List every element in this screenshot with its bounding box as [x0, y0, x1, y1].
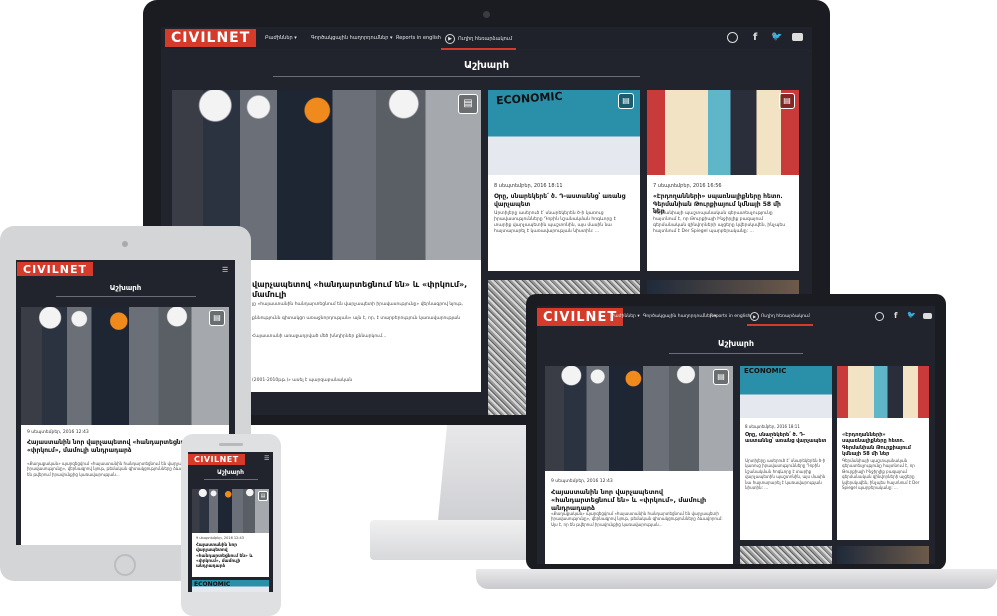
card-photo-3[interactable] — [837, 366, 929, 418]
nav-item-reports-english[interactable]: Reports in english — [710, 314, 750, 319]
twitter-icon[interactable]: 🐦 — [907, 311, 916, 319]
youtube-icon[interactable] — [923, 313, 932, 319]
desktop-nav: CIVILNET Բաժիններ ▾ Գործակցային հաղորդու… — [161, 27, 812, 50]
gallery-icon[interactable]: ▤ — [618, 93, 634, 109]
card-excerpt: Արտիլերը ասերուծ է՝ սնարեկերեն ծ-ի կառու… — [745, 458, 826, 490]
article-card-3[interactable]: 7 սեպտեմբեր, 2016 16:56 «Էրդողանների» սպ… — [647, 175, 799, 271]
card-title[interactable]: Օրը, սնարեկերե՛ ծ. Դ-աստաննց՝ առանց վարչ… — [745, 432, 827, 445]
feature-photo[interactable]: ▤ — [545, 366, 733, 471]
site-logo[interactable]: CIVILNET — [165, 29, 257, 47]
card-excerpt: Արտիլերը ասերուծ է՝ սնարեկերեն ծ-ի կառու… — [494, 211, 616, 235]
phone-screen: CIVILNET ☰ Աշխարհ ▤ 9 սեպտեմբեր, 2016 12… — [188, 452, 273, 592]
card-excerpt: «Քաղաքական» պարզեցվում «հայաստանին հանդա… — [551, 511, 723, 527]
feature-excerpt-1: յը «հայաստանին հանդարտեցնում են վարչապետ… — [252, 302, 463, 307]
site-logo[interactable]: CIVILNET — [188, 454, 245, 465]
feature-excerpt-3: Հայաստանի առաջադրված մեծ խնդիրներ քննարկ… — [252, 334, 387, 339]
gallery-icon[interactable]: ▤ — [779, 93, 795, 109]
gallery-icon[interactable]: ▤ — [458, 94, 478, 114]
card-excerpt: Գերմանիայի պաշտպանական գերատեսչությունը … — [653, 211, 786, 235]
phone-speaker — [219, 443, 243, 446]
article-card-2[interactable]: 8 սեպտեմբեր, 2016 18:11 Օրը, սնարեկերե՛ … — [740, 418, 832, 540]
nav-item-partner-news[interactable]: Գործակցային հաղորդումներ ▾ — [643, 314, 716, 319]
card-title[interactable]: «Էրդողանների» սպառնալիքները հետո. Գերման… — [842, 432, 924, 457]
monitor-camera — [483, 11, 490, 18]
economic-sign: ECONOMIC — [495, 89, 563, 108]
card-date: 7 սեպտեմբեր, 2016 16:56 — [653, 183, 722, 189]
section-title: Աշխարհ — [717, 339, 755, 348]
tablet-camera — [122, 241, 128, 247]
nav-item-sections[interactable]: Բաժիններ ▾ — [611, 314, 640, 319]
section-title: Աշխարհ — [216, 469, 245, 476]
section-divider — [56, 296, 196, 297]
play-icon: ▶ — [445, 34, 455, 44]
card-date: 8 սեպտեմբեր, 2016 18:11 — [494, 183, 563, 189]
card-photo-3[interactable]: ▤ — [647, 90, 799, 175]
feature-photo[interactable]: ▤ — [192, 489, 269, 533]
search-icon[interactable] — [875, 312, 884, 321]
nav-item-reports-english[interactable]: Reports in english — [396, 35, 441, 41]
nav-item-sections[interactable]: Բաժիններ ▾ — [265, 35, 297, 41]
card-date: 9 սեպտեմբեր, 2016 12:43 — [27, 430, 89, 435]
feature-photo[interactable]: ▤ — [21, 307, 229, 425]
card-photo-2[interactable]: ECONOMIC — [740, 366, 832, 418]
laptop-base — [476, 569, 997, 589]
feature-excerpt-4: (2001-2010թթ.)» ասել է պարզաբանական — [252, 378, 353, 383]
facebook-icon[interactable]: f — [894, 311, 897, 320]
nav-live-button[interactable]: ▶ Ուղիղ հեռարձակում — [747, 309, 813, 326]
youtube-icon[interactable] — [792, 33, 803, 41]
card-date: 9 սեպտեմբեր, 2016 12:43 — [196, 536, 245, 540]
gallery-icon[interactable]: ▤ — [713, 369, 729, 385]
gallery-icon[interactable]: ▤ — [209, 310, 225, 326]
economic-sign: ECONOMIC — [744, 367, 787, 375]
twitter-icon[interactable]: 🐦 — [771, 32, 782, 42]
site-logo[interactable]: CIVILNET — [17, 262, 94, 276]
nav-item-partner-news[interactable]: Գործակցային հաղորդումներ ▾ — [311, 35, 393, 41]
section-title: Աշխարհ — [109, 284, 142, 292]
article-card-2[interactable]: 8 սեպտեմբեր, 2016 18:11 Օրը, սնարեկերե՛ … — [488, 175, 640, 271]
card-photo-2[interactable]: ECONOMIC — [192, 580, 269, 592]
card-photo-4[interactable] — [740, 546, 832, 564]
menu-icon[interactable]: ☰ — [222, 266, 228, 274]
card-title[interactable]: Հայաստանին նոր վարչապետով «հանդարտեցնում… — [196, 543, 266, 570]
card-title[interactable]: Օրը, սնարեկերե՛ ծ. Դ-աստաննց՝ առանց վարչ… — [494, 193, 634, 208]
feature-title[interactable]: վարչապետով «հանդարտեցնում են» և «փրկում»… — [252, 280, 481, 300]
card-date: 8 սեպտեմբեր, 2016 18:11 — [745, 424, 800, 429]
card-excerpt: Գերմանիայի պաշտպանական գերատեսչությունը … — [842, 458, 920, 490]
section-title: Աշխարհ — [463, 60, 510, 71]
tablet-home-button — [114, 554, 136, 576]
economic-sign: ECONOMIC — [194, 581, 231, 588]
section-divider — [669, 353, 803, 354]
card-photo-5[interactable] — [837, 546, 929, 564]
card-title[interactable]: Հայաստանին նոր վարչապետով «հանդարտեցնում… — [551, 488, 727, 512]
facebook-icon[interactable]: f — [753, 32, 757, 43]
laptop-screen: CIVILNET Բաժիններ ▾ Գործակցային հաղորդու… — [537, 306, 935, 564]
nav-live-button[interactable]: ▶ Ուղիղ հեռարձակում — [441, 30, 517, 50]
card-photo-2[interactable]: ECONOMIC ▤ — [488, 90, 640, 175]
menu-icon[interactable]: ☰ — [264, 455, 269, 462]
section-divider — [204, 479, 258, 480]
card-date: 9 սեպտեմբեր, 2016 12:43 — [551, 479, 613, 484]
search-icon[interactable] — [727, 32, 738, 43]
feature-card[interactable]: 9 սեպտեմբեր, 2016 12:43 Հայաստանին նոր վ… — [545, 471, 733, 564]
section-divider — [273, 76, 640, 77]
gallery-icon[interactable]: ▤ — [258, 491, 268, 501]
article-card-3[interactable]: «Էրդողանների» սպառնալիքները հետո. Գերման… — [837, 418, 929, 540]
feature-excerpt-2: քննությունն գիտակցո առաջնորդության» այն … — [252, 316, 461, 321]
play-icon: ▶ — [750, 312, 759, 321]
feature-card[interactable]: 9 սեպտեմբեր, 2016 12:43 Հայաստանին նոր վ… — [192, 533, 269, 577]
